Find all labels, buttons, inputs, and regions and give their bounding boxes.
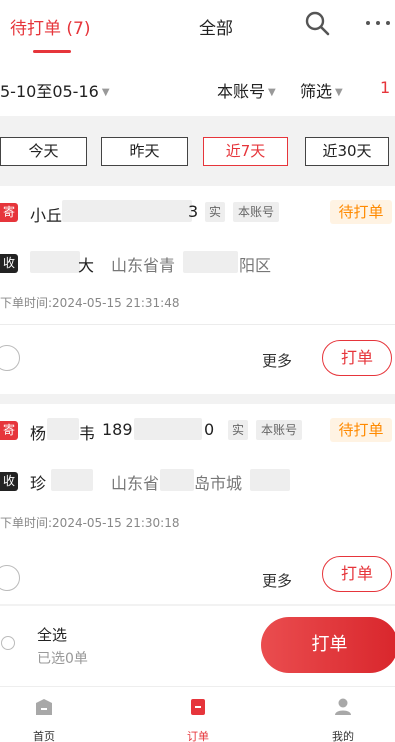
sender-name-end: 韦 [79, 424, 96, 443]
divider [0, 324, 395, 325]
redacted-receiver-name [30, 251, 80, 273]
order-time: 下单时间:2024-05-15 21:30:18 [0, 516, 180, 530]
nav-home-label: 首页 [33, 730, 55, 742]
order-select-checkbox[interactable] [0, 565, 20, 591]
receiver-badge: 收 [0, 254, 18, 273]
selected-count: 已选0单 [37, 651, 88, 667]
redacted-address [183, 251, 238, 273]
tab-pending[interactable]: 待打单 (7) [10, 14, 90, 39]
order-select-checkbox[interactable] [0, 345, 20, 371]
more-button[interactable]: 更多 [262, 570, 292, 591]
status-badge: 待打单 [330, 418, 392, 442]
more-options-icon[interactable] [364, 13, 392, 33]
receiver-address-end: 阳区 [239, 256, 272, 275]
tab-all[interactable]: 全部 [199, 14, 233, 39]
chevron-down-icon: ▼ [268, 87, 276, 98]
order-card[interactable]: 寄 杨 韦 189 0 实 本账号 待打单 收 珍 山东省 岛市城 下单时间:2… [0, 404, 395, 604]
quick-date-7days[interactable]: 近7天 [203, 137, 288, 166]
order-card[interactable]: 寄 小丘 3 实 本账号 待打单 收 大 山东省青 阳区 下单时间:2024-0… [0, 186, 395, 394]
select-all-label[interactable]: 全选 [37, 624, 67, 645]
account-tag: 本账号 [256, 420, 303, 440]
quick-date-30days[interactable]: 近30天 [305, 137, 389, 166]
redacted-address [250, 469, 290, 491]
real-name-tag: 实 [205, 202, 226, 222]
account-tag: 本账号 [233, 202, 280, 222]
redacted-address [160, 469, 194, 491]
status-badge: 待打单 [330, 200, 392, 224]
bulk-action-bar: 全选 已选0单 打单 [0, 606, 395, 686]
sender-phone-start: 189 [102, 420, 133, 439]
order-icon [191, 699, 205, 715]
receiver-name-end: 大 [78, 256, 95, 275]
nav-orders[interactable]: 订单 [168, 687, 228, 742]
search-icon[interactable] [304, 10, 330, 36]
top-tab-bar: 待打单 (7) 全部 [0, 0, 395, 60]
user-icon [335, 698, 351, 715]
more-button[interactable]: 更多 [262, 350, 292, 371]
sender-name: 小丘 [30, 206, 63, 225]
quick-date-today[interactable]: 今天 [0, 137, 87, 166]
screen-filter[interactable]: 筛选 ▼ [300, 78, 343, 102]
print-order-button[interactable]: 打单 [322, 556, 392, 592]
sort-filter[interactable]: 1 [380, 78, 390, 97]
date-range-label: 5-10至05-16 [0, 82, 99, 101]
bottom-navigation: 首页 订单 我的 [0, 686, 395, 742]
nav-mine-label: 我的 [332, 730, 354, 742]
select-all-checkbox[interactable] [1, 636, 15, 650]
receiver-address-end: 岛市城 [194, 474, 243, 493]
sender-phone-end: 0 [204, 420, 215, 439]
quick-date-yesterday[interactable]: 昨天 [101, 137, 188, 166]
redacted-sender-info [62, 200, 192, 222]
nav-home[interactable]: 首页 [14, 687, 74, 742]
quick-date-row: 今天 昨天 近7天 近30天 [0, 124, 395, 184]
receiver-name-start: 珍 [30, 474, 47, 493]
redacted-sender-phone [134, 418, 202, 440]
receiver-badge: 收 [0, 472, 18, 491]
print-order-button[interactable]: 打单 [322, 340, 392, 376]
real-name-tag: 实 [228, 420, 249, 440]
account-filter[interactable]: 本账号 ▼ [217, 78, 276, 102]
tab-active-indicator [33, 50, 71, 53]
chevron-down-icon: ▼ [335, 87, 343, 98]
nav-orders-label: 订单 [187, 730, 209, 742]
sender-name-start: 杨 [30, 424, 47, 443]
account-filter-label: 本账号 [217, 82, 266, 101]
chevron-down-icon: ▼ [101, 87, 110, 98]
screen-filter-label: 筛选 [300, 82, 333, 101]
home-icon [36, 699, 52, 715]
redacted-receiver-name [51, 469, 93, 491]
sender-phone-end: 3 [188, 202, 199, 221]
sender-badge: 寄 [0, 421, 18, 440]
receiver-address-start: 山东省 [111, 474, 160, 493]
nav-mine[interactable]: 我的 [313, 687, 373, 742]
receiver-address-start: 山东省青 [111, 256, 176, 275]
sender-badge: 寄 [0, 203, 18, 222]
redacted-sender-name [47, 418, 79, 440]
order-time: 下单时间:2024-05-15 21:31:48 [0, 296, 180, 310]
date-range-filter[interactable]: 5-10至05-16 ▼ [0, 78, 110, 102]
bulk-print-button[interactable]: 打单 [261, 617, 395, 673]
filter-row: 5-10至05-16 ▼ 本账号 ▼ 筛选 ▼ 1 [0, 60, 395, 116]
